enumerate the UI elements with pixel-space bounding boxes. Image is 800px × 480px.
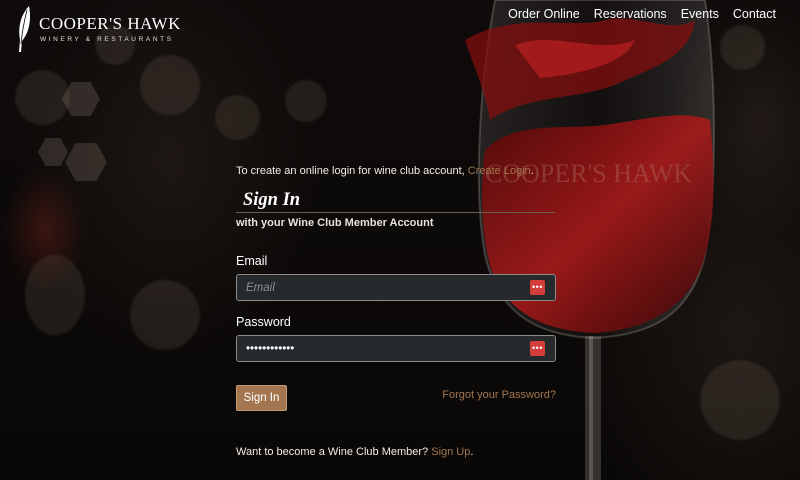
create-login-link[interactable]: Create Login bbox=[468, 165, 531, 177]
password-field-wrapper: ••• bbox=[236, 335, 556, 362]
nav-contact[interactable]: Contact bbox=[733, 7, 776, 21]
page-subtitle: with your Wine Club Member Account bbox=[236, 217, 434, 229]
bokeh-light bbox=[25, 255, 85, 335]
email-label: Email bbox=[236, 254, 268, 268]
intro-text: To create an online login for wine club … bbox=[236, 165, 468, 177]
top-navigation: Order Online Reservations Events Contact bbox=[508, 7, 776, 21]
brand-tagline: WINERY & RESTAURANTS bbox=[40, 36, 174, 43]
forgot-password-link[interactable]: Forgot your Password? bbox=[442, 389, 556, 401]
intro-end: . bbox=[530, 165, 534, 177]
bokeh-light bbox=[215, 95, 260, 140]
bokeh-light bbox=[140, 55, 200, 115]
feather-icon bbox=[19, 6, 31, 52]
page-title: Sign In bbox=[236, 190, 555, 213]
signin-form: To create an online login for wine club … bbox=[236, 165, 556, 458]
bokeh-light bbox=[15, 70, 70, 125]
brand-logo[interactable]: COOPER'S HAWK WINERY & RESTAURANTS bbox=[14, 4, 189, 54]
create-login-intro: To create an online login for wine club … bbox=[236, 165, 556, 177]
nav-order-online[interactable]: Order Online bbox=[508, 7, 580, 21]
sign-up-link[interactable]: Sign Up bbox=[431, 446, 470, 458]
brand-name: COOPER'S HAWK bbox=[39, 14, 181, 33]
bokeh-light bbox=[285, 80, 327, 122]
nav-events[interactable]: Events bbox=[681, 7, 719, 21]
signup-end: . bbox=[470, 446, 474, 458]
email-field-wrapper: ••• bbox=[236, 274, 556, 301]
signup-text: Want to become a Wine Club Member? bbox=[236, 446, 432, 458]
password-field[interactable] bbox=[237, 336, 522, 361]
form-actions: Sign In Forgot your Password? bbox=[236, 385, 556, 411]
email-field[interactable] bbox=[237, 275, 522, 300]
bokeh-light bbox=[130, 280, 200, 350]
sign-in-button[interactable]: Sign In bbox=[236, 385, 287, 411]
password-label: Password bbox=[236, 315, 291, 329]
password-manager-icon[interactable]: ••• bbox=[530, 280, 545, 295]
nav-reservations[interactable]: Reservations bbox=[594, 7, 667, 21]
password-manager-icon[interactable]: ••• bbox=[530, 341, 545, 356]
signup-prompt: Want to become a Wine Club Member? Sign … bbox=[236, 446, 556, 458]
glass-stem-highlight bbox=[589, 336, 593, 480]
